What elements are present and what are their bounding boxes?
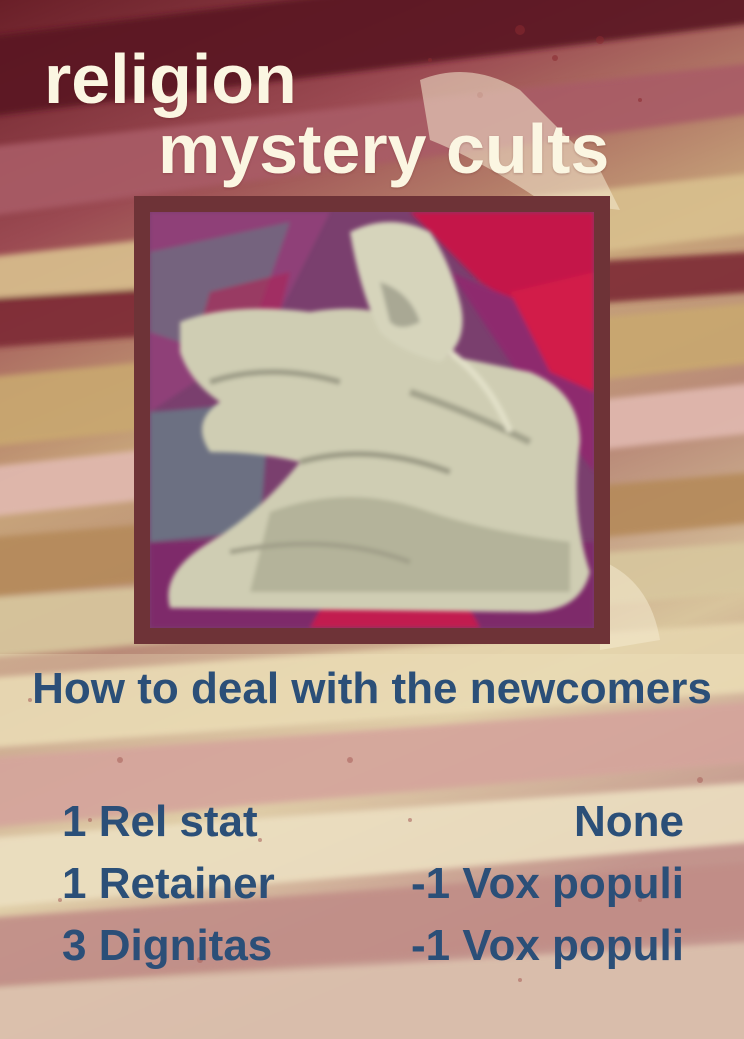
option-effect: -1 Vox populi — [411, 859, 684, 908]
option-effect: None — [574, 797, 684, 846]
hooded-figure-illustration — [150, 212, 594, 628]
option-cost: 1 Rel stat — [62, 797, 258, 846]
card-title-category: religion — [44, 40, 297, 118]
option-effect: -1 Vox populi — [411, 921, 684, 970]
option-cost: 3 Dignitas — [62, 921, 273, 970]
illustration-frame — [134, 196, 610, 644]
option-cost: 1 Retainer — [62, 859, 275, 908]
option-row[interactable]: 1 Retainer -1 Vox populi — [62, 856, 684, 912]
option-row[interactable]: 1 Rel stat None — [62, 794, 684, 850]
event-card: religion mystery cults How to deal with … — [0, 0, 744, 1039]
card-heading: How to deal with the newcomers — [32, 664, 712, 713]
option-row[interactable]: 3 Dignitas -1 Vox populi — [62, 918, 684, 974]
card-title-name: mystery cults — [158, 110, 610, 188]
